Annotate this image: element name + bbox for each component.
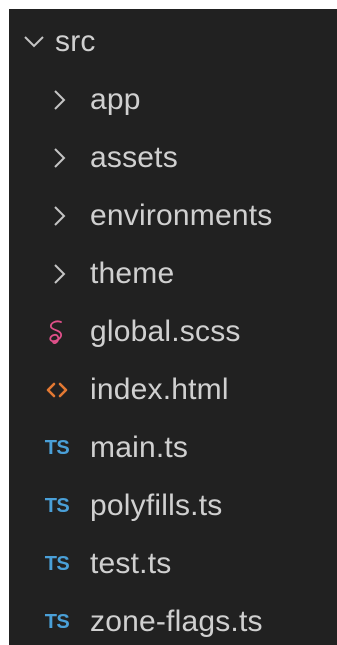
file-label: global.scss [90,315,241,348]
file-explorer-tree: src app assets environments theme global… [9,9,337,645]
folder-app[interactable]: app [9,71,337,129]
typescript-file-icon: TS [44,436,70,459]
chevron-right-icon [49,187,71,245]
file-zone-flags-ts[interactable]: TS zone-flags.ts [9,593,337,645]
folder-assets[interactable]: assets [9,129,337,187]
folder-label: assets [90,141,178,174]
file-global-scss[interactable]: global.scss [9,303,337,361]
file-test-ts[interactable]: TS test.ts [9,535,337,593]
folder-label: theme [90,257,175,290]
folder-label: app [90,83,141,116]
folder-label: environments [90,199,273,232]
file-label: zone-flags.ts [90,605,263,638]
folder-theme[interactable]: theme [9,245,337,303]
sass-file-icon [37,303,77,361]
chevron-right-icon [49,129,71,187]
folder-src[interactable]: src [9,13,337,71]
chevron-down-icon [21,13,47,71]
chevron-right-icon [49,245,71,303]
file-index-html[interactable]: index.html [9,361,337,419]
file-label: polyfills.ts [90,489,223,522]
typescript-file-icon: TS [44,552,70,575]
file-label: main.ts [90,431,189,464]
folder-environments[interactable]: environments [9,187,337,245]
chevron-right-icon [49,71,71,129]
file-main-ts[interactable]: TS main.ts [9,419,337,477]
html-file-icon [37,361,77,419]
file-label: test.ts [90,547,172,580]
typescript-file-icon: TS [44,610,70,633]
file-polyfills-ts[interactable]: TS polyfills.ts [9,477,337,535]
file-label: index.html [90,373,229,406]
typescript-file-icon: TS [44,494,70,517]
folder-label: src [55,25,96,58]
